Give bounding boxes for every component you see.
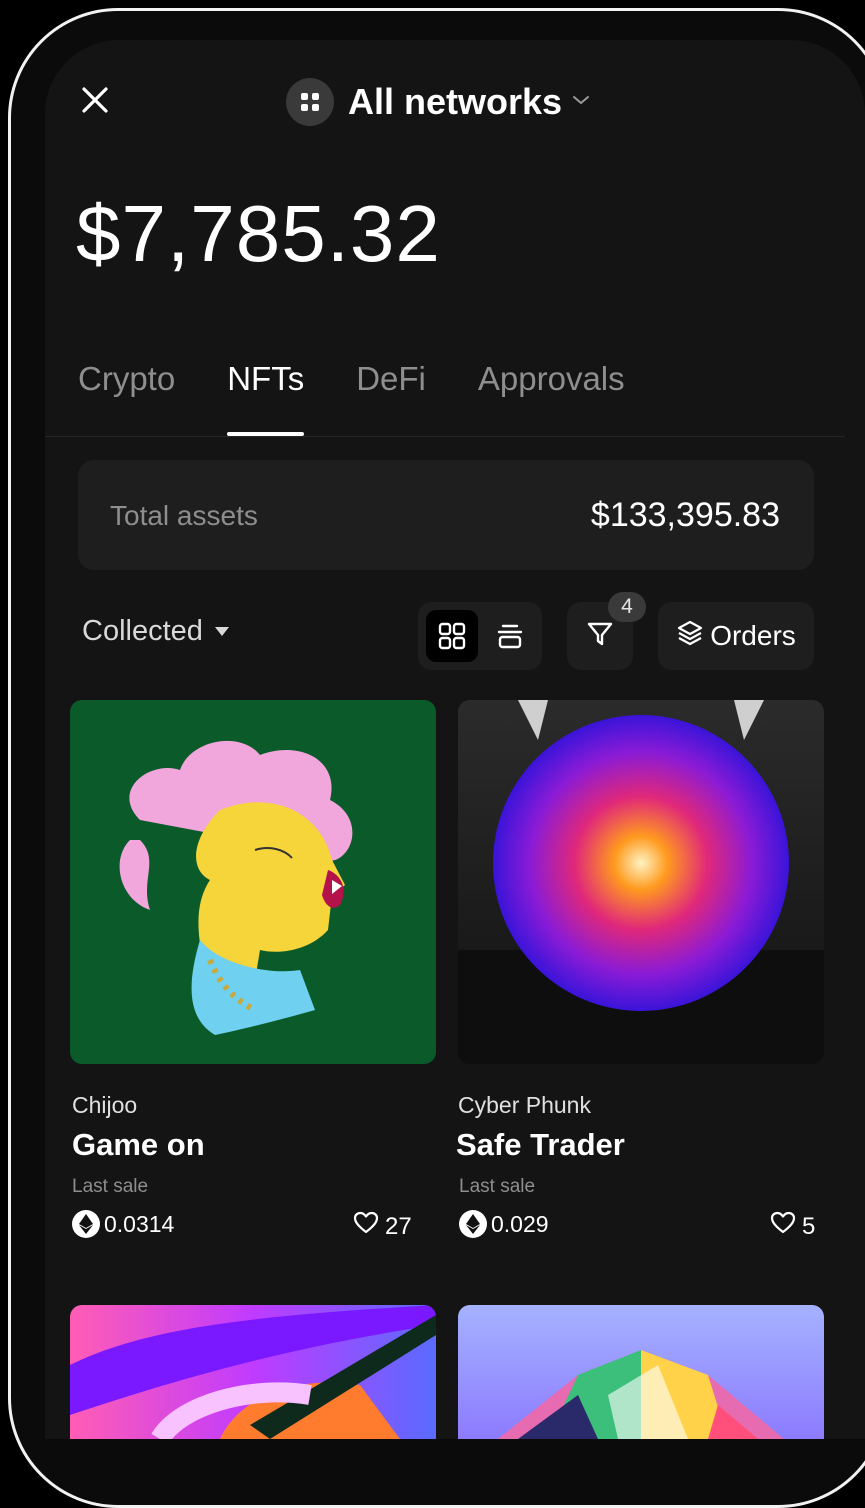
tabs-divider bbox=[45, 436, 845, 437]
nft-image-partial-2[interactable] bbox=[458, 1305, 824, 1439]
network-grid-icon bbox=[286, 78, 334, 126]
network-selector[interactable]: All networks bbox=[286, 78, 590, 126]
close-icon[interactable] bbox=[80, 85, 110, 115]
collected-dropdown[interactable]: Collected bbox=[82, 615, 229, 648]
likes-button[interactable]: 27 bbox=[353, 1211, 412, 1242]
nft-price: 0.0314 bbox=[72, 1210, 174, 1238]
nft-price-value: 0.0314 bbox=[104, 1210, 175, 1237]
collected-label: Collected bbox=[82, 615, 203, 647]
asset-tabs: Crypto NFTs DeFi Approvals bbox=[78, 360, 677, 436]
heart-icon bbox=[770, 1211, 802, 1242]
filter-icon bbox=[585, 619, 615, 654]
nft-image-partial-1[interactable] bbox=[70, 1305, 436, 1439]
orders-label: Orders bbox=[710, 620, 796, 651]
chevron-down-icon bbox=[572, 93, 590, 111]
nft-collection: Chijoo bbox=[72, 1092, 138, 1118]
list-view-icon[interactable] bbox=[484, 610, 536, 662]
network-label: All networks bbox=[348, 81, 563, 122]
tab-nfts[interactable]: NFTs bbox=[227, 360, 305, 436]
eth-icon bbox=[72, 1210, 100, 1238]
nft-collection: Cyber Phunk bbox=[458, 1092, 591, 1118]
tab-crypto[interactable]: Crypto bbox=[78, 360, 175, 422]
nft-image-safe-trader[interactable] bbox=[458, 700, 824, 1064]
view-toggle bbox=[418, 602, 542, 670]
total-assets-value: $133,395.83 bbox=[590, 496, 780, 534]
likes-count: 27 bbox=[385, 1212, 412, 1240]
tab-approvals[interactable]: Approvals bbox=[478, 360, 625, 422]
likes-button[interactable]: 5 bbox=[770, 1211, 815, 1242]
last-sale-label: Last sale bbox=[459, 1176, 536, 1197]
total-assets-card: Total assets $133,395.83 bbox=[78, 460, 814, 570]
eth-icon bbox=[459, 1210, 487, 1238]
nft-price: 0.029 bbox=[459, 1210, 549, 1238]
total-assets-label: Total assets bbox=[110, 500, 258, 531]
caret-down-icon bbox=[214, 627, 229, 636]
total-balance: $7,785.32 bbox=[76, 189, 441, 278]
nft-name[interactable]: Game on bbox=[72, 1127, 205, 1163]
likes-count: 5 bbox=[802, 1212, 816, 1240]
filter-count-badge: 4 bbox=[608, 592, 646, 622]
heart-icon bbox=[353, 1211, 385, 1242]
nft-image-game-on[interactable] bbox=[70, 700, 436, 1064]
nft-price-value: 0.029 bbox=[491, 1210, 549, 1237]
orders-button[interactable]: Orders bbox=[658, 602, 814, 670]
orders-icon bbox=[676, 619, 710, 654]
tab-defi[interactable]: DeFi bbox=[356, 360, 426, 422]
grid-view-icon[interactable] bbox=[426, 610, 478, 662]
nft-name[interactable]: Safe Trader bbox=[456, 1127, 625, 1163]
last-sale-label: Last sale bbox=[72, 1176, 149, 1197]
